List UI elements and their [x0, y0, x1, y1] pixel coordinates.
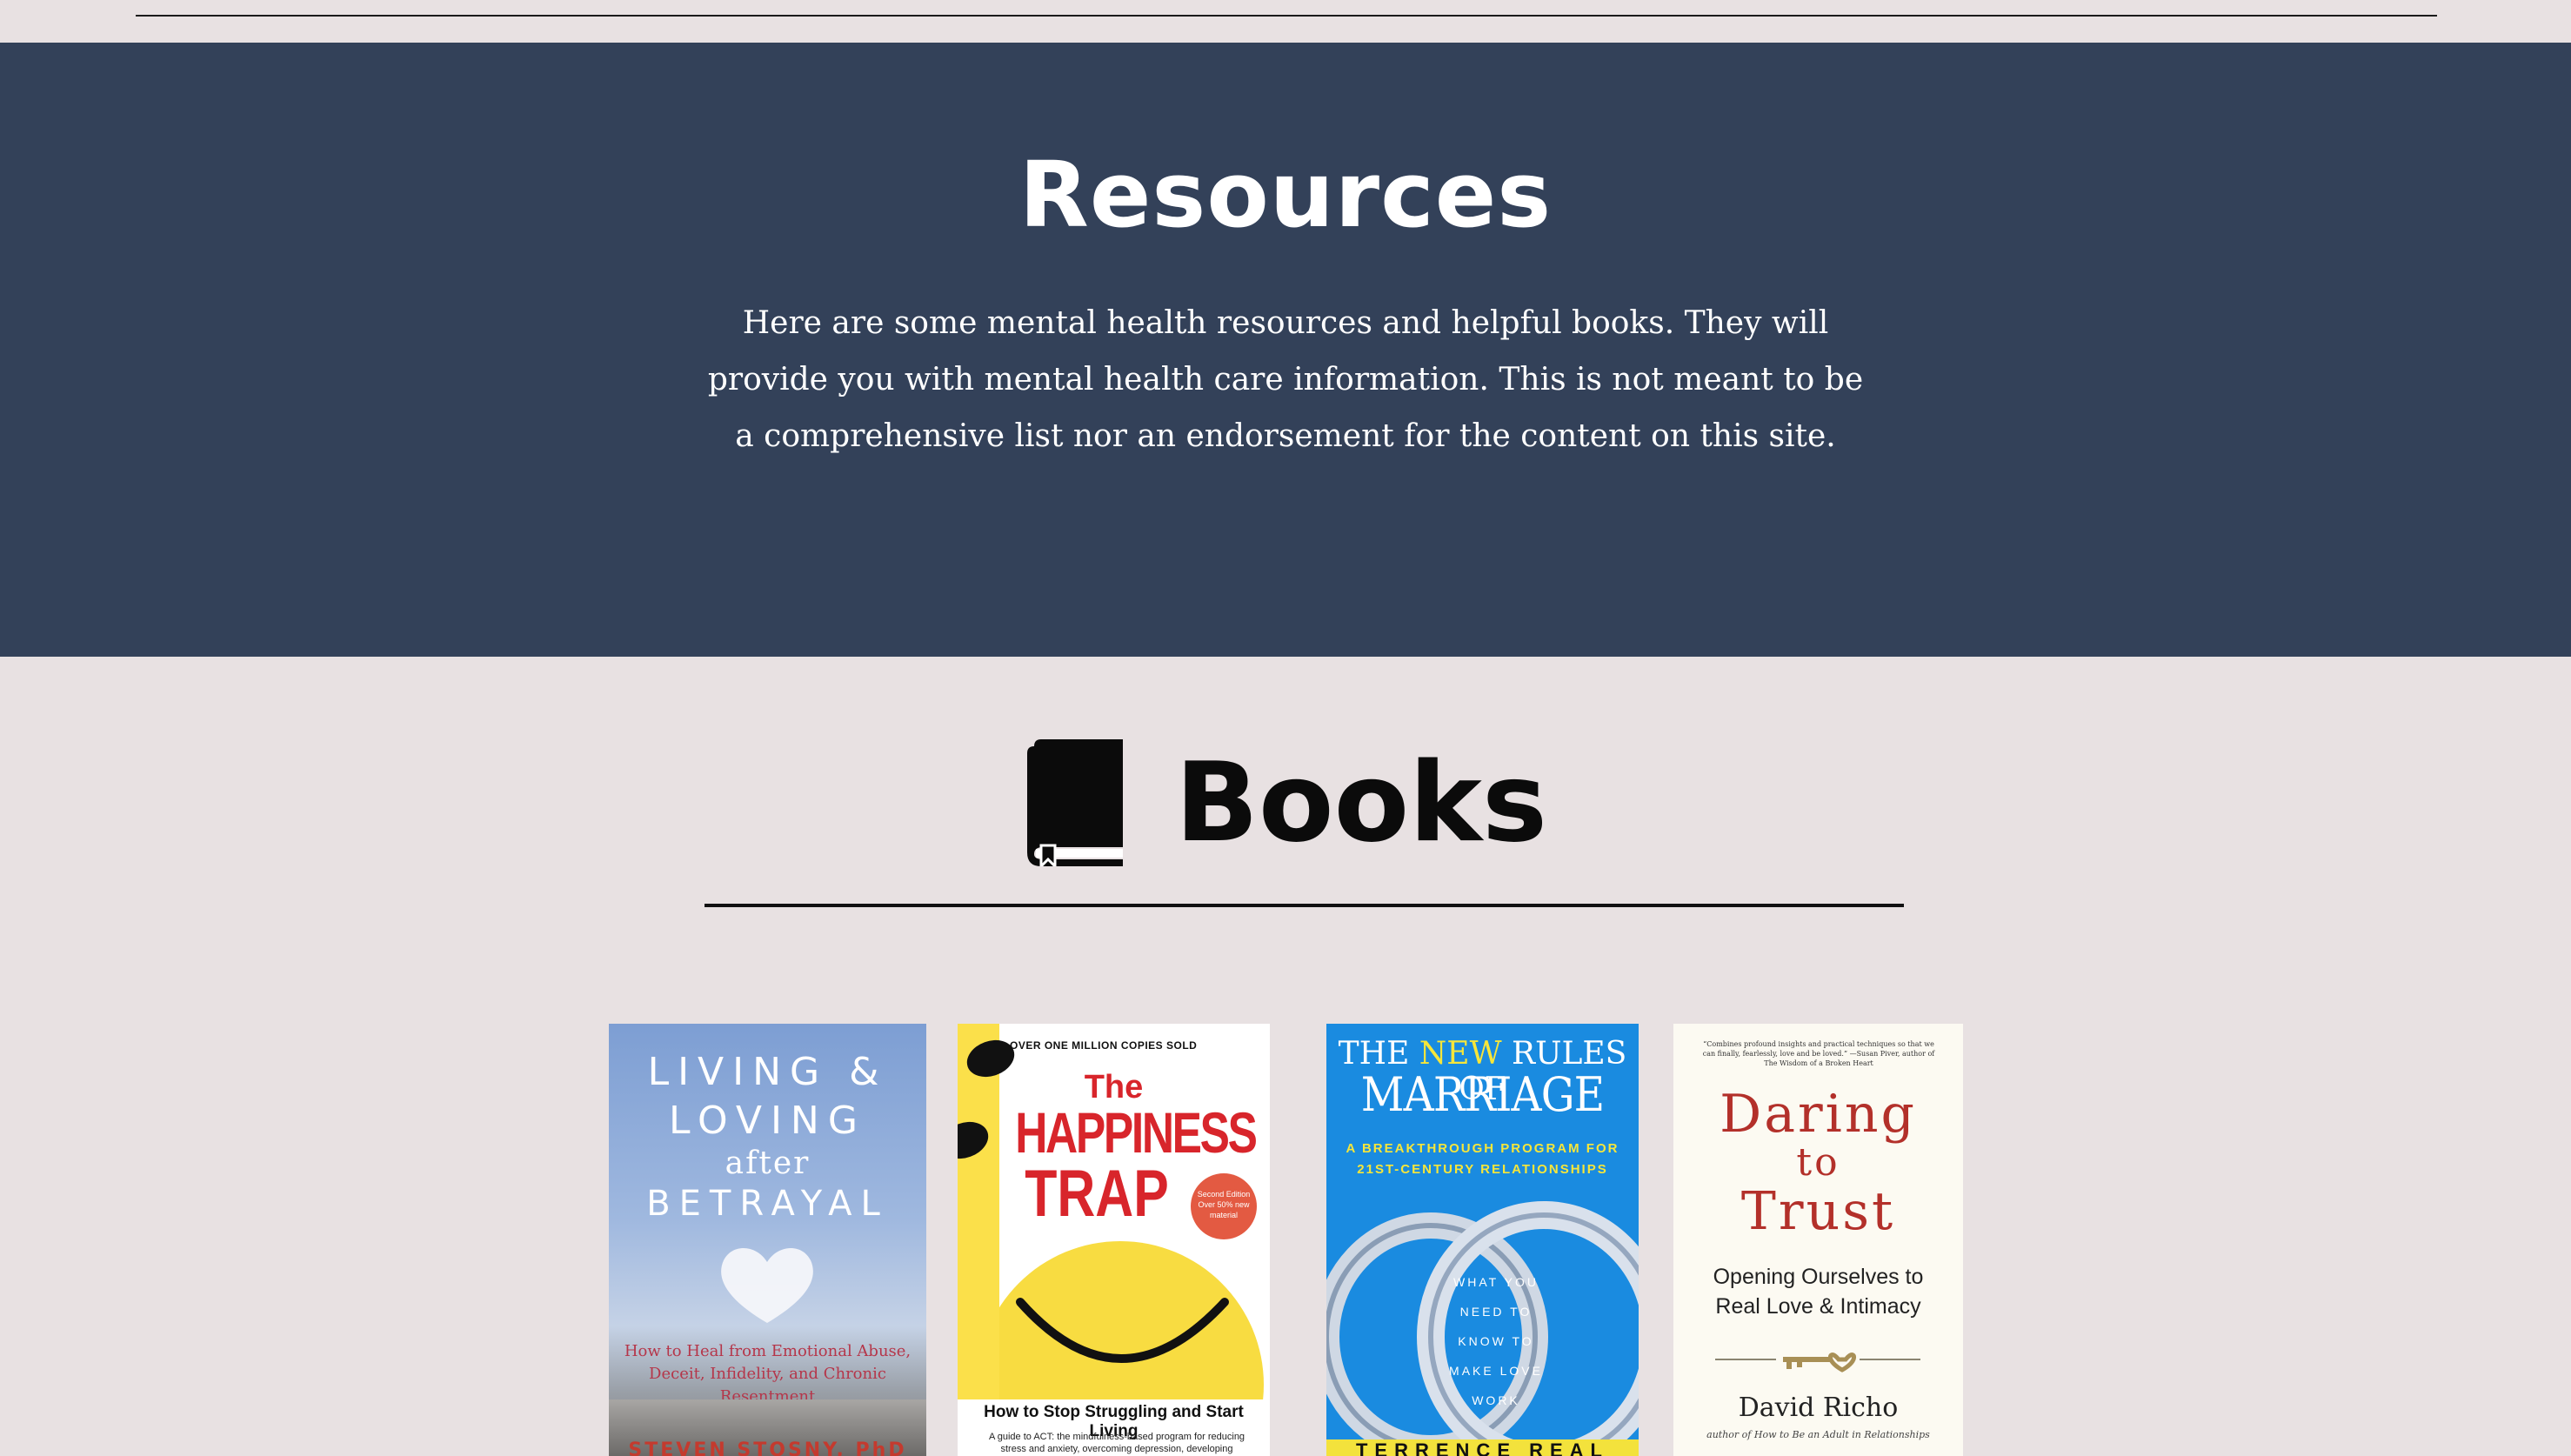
- cover-title: Daring to Trust: [1720, 1084, 1917, 1242]
- books-heading: Books: [0, 738, 2571, 868]
- key-icon: [1715, 1352, 1920, 1373]
- books-divider: [705, 904, 1904, 907]
- cover-subtitle: How to Heal from Emotional Abuse, Deceit…: [624, 1342, 912, 1406]
- resources-hero: Resources Here are some mental health re…: [0, 43, 2571, 657]
- cover-title: BETRAYAL: [646, 1184, 889, 1224]
- cover-side-text: WHAT YOU NEED TO KNOW TO MAKE LOVE WORK: [1449, 1275, 1543, 1407]
- cover-quote: “Combines profound insights and practica…: [1702, 1040, 1935, 1067]
- cover-author: STEVEN STOSNY, PhD: [628, 1439, 907, 1456]
- book-cover-new-rules-of-marriage[interactable]: THE NEW RULES OF MARRIAGE A BREAKTHROUGH…: [1326, 1024, 1639, 1456]
- cover-title: LIVING &: [647, 1050, 888, 1094]
- heart-cloud-icon: [721, 1247, 813, 1323]
- cover-title: LOVING: [669, 1099, 866, 1143]
- cover-title: after: [725, 1145, 811, 1181]
- resources-description: Here are some mental health resources an…: [707, 305, 1864, 454]
- edition-badge: Second Edition Over 50% new material: [1191, 1173, 1257, 1239]
- cover-title: TRAP: [1025, 1157, 1169, 1231]
- books-title: Books: [1175, 738, 1547, 866]
- cover-banner: OVER ONE MILLION COPIES SOLD: [1010, 1039, 1198, 1052]
- cover-title: HAPPINESS: [1015, 1100, 1258, 1165]
- page-title: Resources: [1018, 142, 1553, 248]
- cover-blurb: A guide to ACT: the mindfulness-based pr…: [988, 1432, 1245, 1454]
- cover-author: TERRENCE REAL: [1326, 1439, 1639, 1456]
- cover-author-note: author of How to Be an Adult in Relation…: [1706, 1429, 1930, 1440]
- book-cover-living-loving-after-betrayal[interactable]: LIVING & LOVING after BETRAYAL How to He…: [609, 1024, 926, 1456]
- book-icon: [1027, 739, 1124, 866]
- cover-subtitle: Opening Ourselves to Real Love & Intimac…: [1713, 1265, 1924, 1319]
- book-cover-happiness-trap[interactable]: OVER ONE MILLION COPIES SOLD The HAPPINE…: [958, 1024, 1270, 1456]
- cover-tagline: A BREAKTHROUGH PROGRAM FOR 21ST-CENTURY …: [1346, 1141, 1619, 1177]
- cover-title: MARRIAGE: [1360, 1067, 1605, 1122]
- cover-author: David Richo: [1738, 1393, 1899, 1423]
- book-cover-daring-to-trust[interactable]: “Combines profound insights and practica…: [1673, 1024, 1963, 1456]
- top-divider: [136, 15, 2437, 17]
